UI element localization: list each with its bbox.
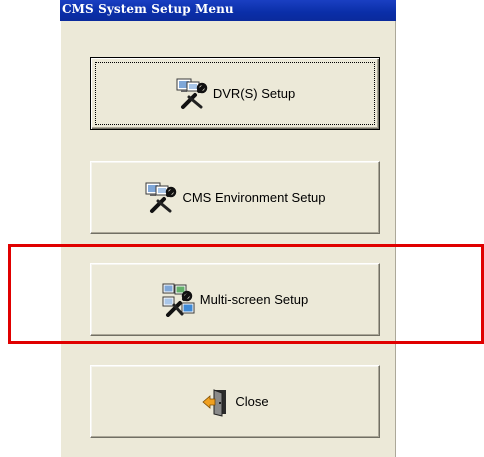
tools-monitor-icon	[175, 77, 209, 111]
tools-monitor-icon	[144, 181, 178, 215]
multi-screen-setup-button[interactable]: Multi-screen Setup	[90, 263, 380, 336]
multi-screen-setup-label: Multi-screen Setup	[199, 292, 309, 307]
cms-environment-setup-button[interactable]: CMS Environment Setup	[90, 161, 380, 234]
title-bar[interactable]: CMS System Setup Menu	[60, 0, 396, 21]
close-button[interactable]: Close	[90, 365, 380, 438]
screenshot-stage: CMS System Setup Menu DVR(S) Setup CMS E…	[0, 0, 484, 457]
exit-door-icon	[201, 387, 231, 417]
close-label: Close	[235, 394, 269, 409]
cms-setup-window: CMS System Setup Menu DVR(S) Setup CMS E…	[60, 0, 396, 457]
multi-screen-tools-icon	[162, 283, 196, 317]
dvr-setup-label: DVR(S) Setup	[212, 86, 296, 101]
dvr-setup-button[interactable]: DVR(S) Setup	[90, 57, 380, 130]
cms-environment-setup-label: CMS Environment Setup	[182, 190, 326, 205]
window-title: CMS System Setup Menu	[62, 2, 234, 16]
